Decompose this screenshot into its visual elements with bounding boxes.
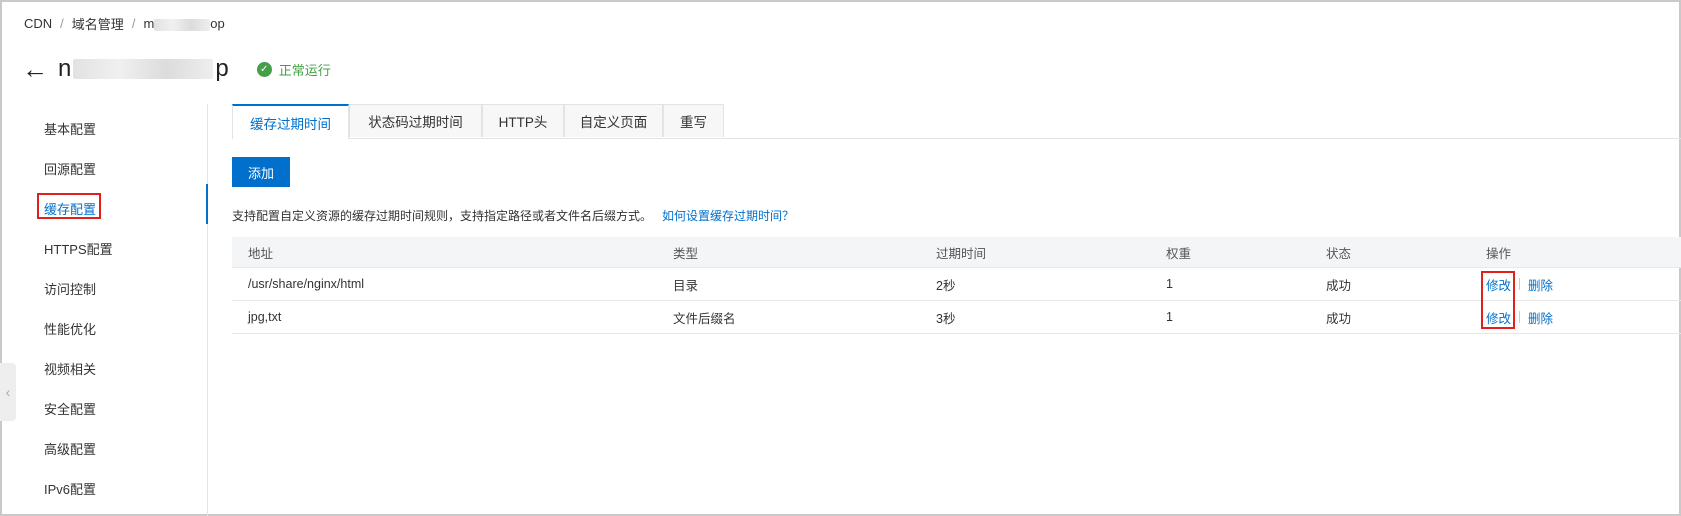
cell-expire: 3秒 <box>936 311 956 326</box>
description: 支持配置自定义资源的缓存过期时间规则，支持指定路径或者文件名后缀方式。 如何设置缓… <box>232 207 794 224</box>
check-circle-icon: ✓ <box>256 61 272 77</box>
cell-weight: 1 <box>1166 310 1173 324</box>
cell-address: /usr/share/nginx/html <box>248 277 365 291</box>
action-divider <box>1519 278 1521 290</box>
sidebar-item-advanced[interactable]: 高级配置 <box>44 439 96 458</box>
table-row: /usr/share/nginx/html 目录 2秒 1 成功 修改 删除 <box>232 268 1681 301</box>
sidebar-active-indicator <box>206 184 208 224</box>
cell-weight: 1 <box>1166 277 1173 291</box>
page-header: ← n p ✓ 正常运行 <box>22 55 331 83</box>
tab-custom-page[interactable]: 自定义页面 <box>564 104 663 137</box>
breadcrumb-domain-prefix: m <box>143 16 155 31</box>
delete-link[interactable]: 删除 <box>1528 275 1553 294</box>
sidebar-item-https[interactable]: HTTPS配置 <box>44 239 113 258</box>
sidebar-item-access-control[interactable]: 访问控制 <box>44 279 96 298</box>
column-header-address: 地址 <box>248 246 274 261</box>
delete-link[interactable]: 删除 <box>1528 308 1553 327</box>
chevron-left-icon[interactable]: ‹ <box>0 363 16 421</box>
breadcrumb-separator: / <box>60 16 64 31</box>
breadcrumb-domain-management[interactable]: 域名管理 <box>72 14 124 33</box>
add-button[interactable]: 添加 <box>232 157 290 187</box>
description-text: 支持配置自定义资源的缓存过期时间规则，支持指定路径或者文件名后缀方式。 <box>232 209 653 223</box>
breadcrumb: CDN / 域名管理 / m op <box>24 14 225 33</box>
table-row: jpg,txt 文件后缀名 3秒 1 成功 修改 删除 <box>232 301 1681 334</box>
sidebar: 基本配置 回源配置 缓存配置 HTTPS配置 访问控制 性能优化 视频相关 安全… <box>0 104 208 516</box>
redacted-blur <box>73 59 214 79</box>
column-header-type: 类型 <box>673 246 699 261</box>
cell-expire: 2秒 <box>936 278 956 293</box>
status-text: 正常运行 <box>278 62 331 78</box>
table-header: 地址 类型 过期时间 权重 状态 操作 <box>232 237 1681 268</box>
sidebar-item-basic[interactable]: 基本配置 <box>44 119 96 138</box>
help-link[interactable]: 如何设置缓存过期时间？ <box>662 209 794 223</box>
sidebar-item-performance[interactable]: 性能优化 <box>44 319 96 338</box>
column-header-actions: 操作 <box>1486 246 1512 261</box>
column-header-weight: 权重 <box>1166 246 1192 261</box>
cell-status: 成功 <box>1326 311 1352 326</box>
column-header-expire: 过期时间 <box>936 246 987 261</box>
rules-table: 地址 类型 过期时间 权重 状态 操作 /usr/share/nginx/htm… <box>232 237 1681 334</box>
tab-cache-expiry[interactable]: 缓存过期时间 <box>232 104 349 139</box>
tab-bar: 缓存过期时间 状态码过期时间 HTTP头 自定义页面 重写 <box>232 104 1681 139</box>
page-title: n p <box>58 55 229 83</box>
domain-suffix: p <box>215 55 229 82</box>
sidebar-item-security[interactable]: 安全配置 <box>44 399 96 418</box>
tab-rewrite[interactable]: 重写 <box>663 104 724 137</box>
breadcrumb-cdn[interactable]: CDN <box>24 16 52 31</box>
sidebar-item-ipv6[interactable]: IPv6配置 <box>44 479 96 498</box>
sidebar-item-origin[interactable]: 回源配置 <box>44 159 96 178</box>
domain-prefix: n <box>58 55 72 82</box>
sidebar-item-video[interactable]: 视频相关 <box>44 359 96 378</box>
cell-status: 成功 <box>1326 278 1352 293</box>
breadcrumb-domain-suffix: op <box>210 16 225 31</box>
breadcrumb-current-domain: m op <box>143 16 224 31</box>
column-header-status: 状态 <box>1326 246 1352 261</box>
highlight-box <box>1481 271 1515 329</box>
redacted-blur <box>154 18 211 31</box>
tab-http-header[interactable]: HTTP头 <box>482 104 564 137</box>
highlight-box <box>37 193 101 219</box>
cell-type: 文件后缀名 <box>673 311 736 326</box>
action-divider <box>1519 311 1521 323</box>
cell-type: 目录 <box>673 278 699 293</box>
arrow-left-icon[interactable]: ← <box>22 56 48 82</box>
breadcrumb-separator: / <box>131 16 136 31</box>
status-badge: ✓ 正常运行 <box>256 60 331 79</box>
cell-address: jpg,txt <box>248 310 282 324</box>
tab-status-code-expiry[interactable]: 状态码过期时间 <box>349 104 482 137</box>
